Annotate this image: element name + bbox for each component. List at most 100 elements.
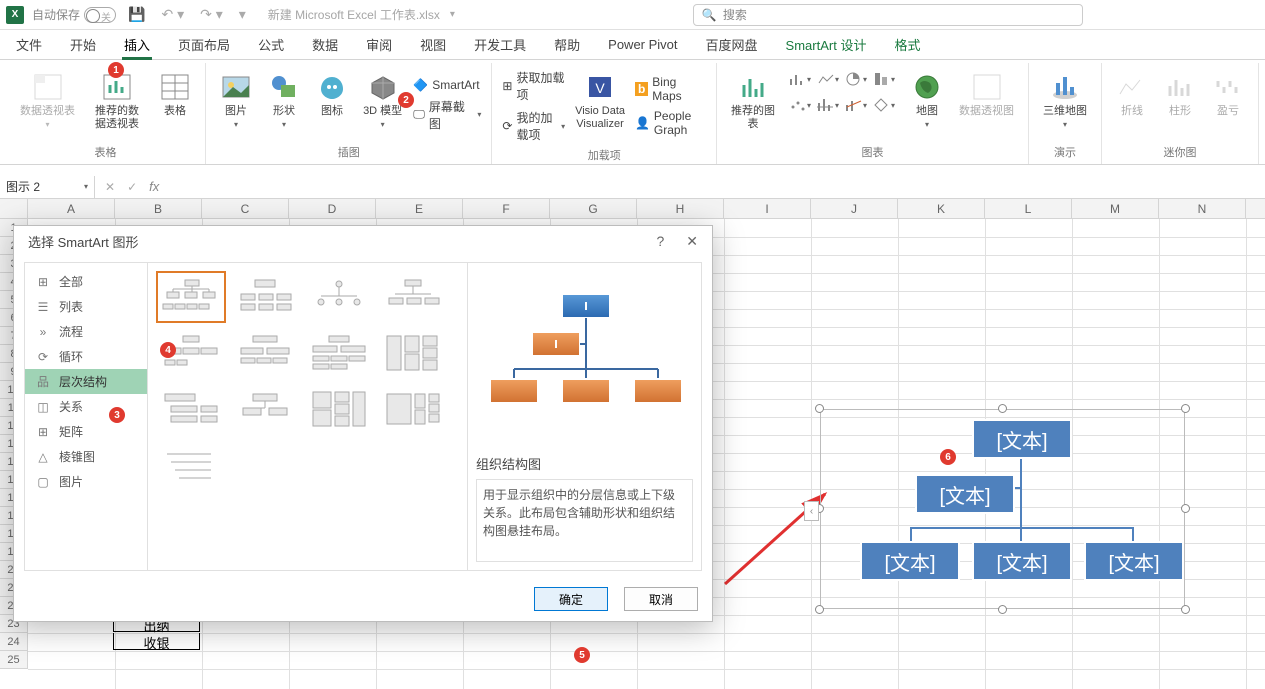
layout-item[interactable]: [230, 327, 300, 379]
layout-item[interactable]: [156, 383, 226, 435]
my-addins-button[interactable]: ⟳我的加载项▾: [502, 107, 565, 145]
close-icon[interactable]: ✕: [686, 233, 698, 250]
qat-more-icon[interactable]: ▾: [235, 6, 250, 23]
redo-icon[interactable]: ↷ ▾: [196, 6, 227, 23]
filename-drop-icon[interactable]: ▾: [450, 9, 455, 20]
cat-picture[interactable]: ▢图片: [25, 469, 147, 494]
tab-smartart[interactable]: SmartArt 设计: [774, 29, 879, 60]
chart-col-icon[interactable]: ▾: [789, 69, 811, 89]
col-header[interactable]: G: [550, 199, 637, 218]
chart-stat-icon[interactable]: ▾: [817, 95, 839, 115]
cancel-button[interactable]: 取消: [624, 587, 698, 611]
tab-pagelayout[interactable]: 页面布局: [166, 29, 242, 60]
smartart-node[interactable]: [文本]: [1084, 541, 1184, 581]
tab-home[interactable]: 开始: [58, 29, 108, 60]
visio-button[interactable]: V Visio Data Visualizer: [573, 67, 627, 135]
resize-handle[interactable]: [1181, 504, 1190, 513]
fx-icon[interactable]: fx: [149, 179, 159, 194]
rec-charts-button[interactable]: 推荐的图表: [727, 67, 779, 135]
resize-handle[interactable]: [998, 605, 1007, 614]
tab-baidu[interactable]: 百度网盘: [694, 29, 770, 60]
cat-process[interactable]: »流程: [25, 319, 147, 344]
col-header[interactable]: N: [1159, 199, 1246, 218]
resize-handle[interactable]: [815, 605, 824, 614]
help-icon[interactable]: ?: [656, 233, 664, 250]
worksheet[interactable]: ABCDEFGHIJKLMN 1234567891011121314151617…: [0, 199, 1265, 689]
row-header[interactable]: 25: [0, 651, 28, 669]
shapes-button[interactable]: 形状▾: [264, 67, 304, 133]
tab-data[interactable]: 数据: [300, 29, 350, 60]
search-box[interactable]: 🔍 搜索: [693, 4, 1083, 26]
get-addins-button[interactable]: ⊞获取加载项: [502, 67, 565, 105]
chart-line-icon[interactable]: ▾: [817, 69, 839, 89]
bingmaps-button[interactable]: bBing Maps: [635, 73, 706, 105]
layout-item[interactable]: [230, 383, 300, 435]
autosave-toggle[interactable]: 关: [84, 7, 116, 23]
save-icon[interactable]: 💾: [124, 6, 149, 23]
smartart-button[interactable]: 🔷SmartArt: [413, 76, 481, 94]
chevron-down-icon[interactable]: ▾: [84, 182, 88, 191]
resize-handle[interactable]: [1181, 605, 1190, 614]
ok-button[interactable]: 确定: [534, 587, 608, 611]
cell-b20[interactable]: 收银: [113, 633, 200, 650]
layout-item[interactable]: [378, 271, 448, 323]
layout-item[interactable]: [156, 439, 226, 491]
smartart-node[interactable]: [文本]: [972, 419, 1072, 459]
col-header[interactable]: L: [985, 199, 1072, 218]
col-header[interactable]: E: [376, 199, 463, 218]
tab-formulas[interactable]: 公式: [246, 29, 296, 60]
layout-item[interactable]: [378, 383, 448, 435]
select-all-corner[interactable]: [0, 199, 28, 219]
autosave[interactable]: 自动保存 关: [32, 6, 116, 23]
chart-radar-icon[interactable]: ▾: [873, 95, 895, 115]
chart-pie-icon[interactable]: ▾: [845, 69, 867, 89]
tab-view[interactable]: 视图: [408, 29, 458, 60]
pictures-button[interactable]: 图片▾: [216, 67, 256, 133]
tab-insert[interactable]: 插入: [112, 29, 162, 60]
cat-list[interactable]: ☰列表: [25, 294, 147, 319]
map3d-button[interactable]: 三维地图▾: [1039, 67, 1091, 133]
tab-format[interactable]: 格式: [882, 29, 932, 60]
col-header[interactable]: I: [724, 199, 811, 218]
col-header[interactable]: F: [463, 199, 550, 218]
resize-handle[interactable]: [1181, 404, 1190, 413]
row-header[interactable]: 24: [0, 633, 28, 651]
layout-org-chart[interactable]: [156, 271, 226, 323]
col-header[interactable]: J: [811, 199, 898, 218]
cat-pyramid[interactable]: △棱锥图: [25, 444, 147, 469]
icons-button[interactable]: 图标: [312, 67, 352, 122]
col-header[interactable]: H: [637, 199, 724, 218]
resize-handle[interactable]: [998, 404, 1007, 413]
smartart-node[interactable]: [文本]: [915, 474, 1015, 514]
tab-file[interactable]: 文件: [4, 29, 54, 60]
chart-hier-icon[interactable]: ▾: [873, 69, 895, 89]
tab-developer[interactable]: 开发工具: [462, 29, 538, 60]
table-button[interactable]: 表格: [155, 67, 195, 122]
resize-handle[interactable]: [815, 404, 824, 413]
cat-matrix[interactable]: ⊞矩阵: [25, 419, 147, 444]
cat-relationship[interactable]: ◫关系: [25, 394, 147, 419]
screenshot-button[interactable]: 🖵屏幕截图▾: [413, 96, 481, 134]
smartart-node[interactable]: [文本]: [972, 541, 1072, 581]
tab-powerpivot[interactable]: Power Pivot: [596, 31, 689, 58]
cat-all[interactable]: ⊞全部: [25, 269, 147, 294]
peoplegraph-button[interactable]: 👤People Graph: [635, 107, 706, 139]
text-pane-toggle[interactable]: ‹: [804, 501, 819, 521]
chart-scatter-icon[interactable]: ▾: [789, 95, 811, 115]
chart-combo-icon[interactable]: ▾: [845, 95, 867, 115]
smartart-node[interactable]: [文本]: [860, 541, 960, 581]
dialog-titlebar[interactable]: 选择 SmartArt 图形 ? ✕: [14, 226, 712, 256]
layout-item[interactable]: [230, 271, 300, 323]
layout-item[interactable]: [378, 327, 448, 379]
maps-button[interactable]: 地图▾: [907, 67, 947, 133]
tab-review[interactable]: 审阅: [354, 29, 404, 60]
undo-icon[interactable]: ↶ ▾: [157, 6, 188, 23]
name-box[interactable]: 图示 2▾: [0, 176, 95, 198]
col-header[interactable]: M: [1072, 199, 1159, 218]
tab-help[interactable]: 帮助: [542, 29, 592, 60]
layout-item[interactable]: [304, 383, 374, 435]
layout-item[interactable]: [304, 271, 374, 323]
cat-cycle[interactable]: ⟳循环: [25, 344, 147, 369]
smartart-shape[interactable]: ‹ [文本] [文本] [文本] [文本] [文本]: [820, 409, 1185, 609]
col-header[interactable]: D: [289, 199, 376, 218]
